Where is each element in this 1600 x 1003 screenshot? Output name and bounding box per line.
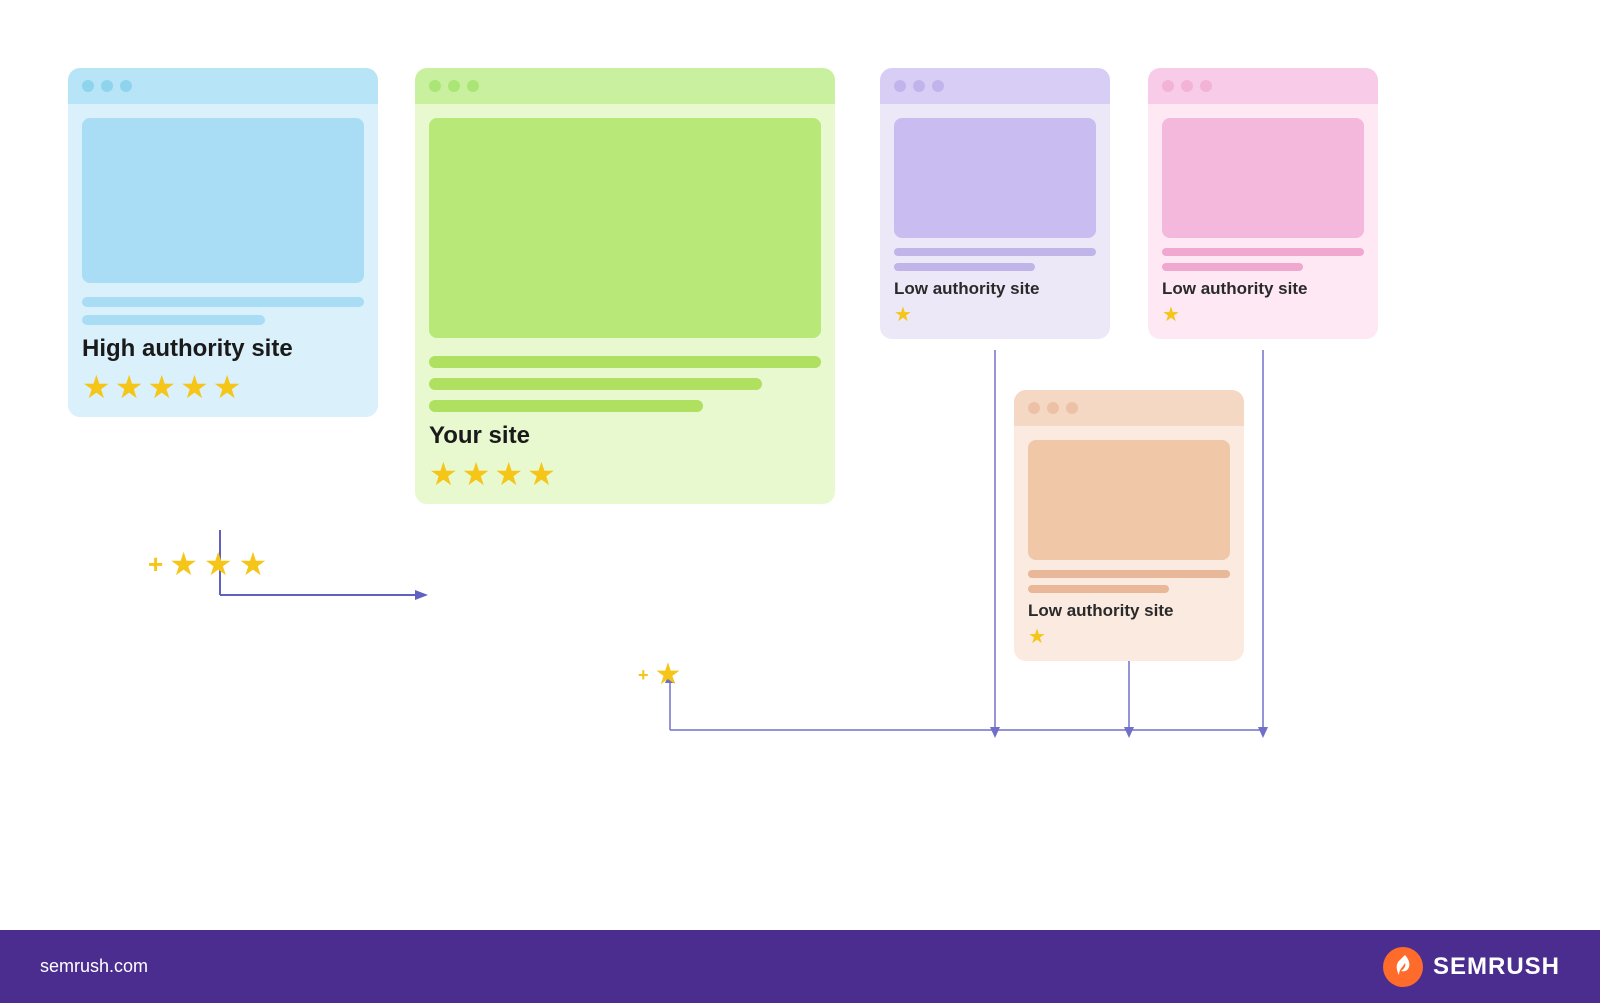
bonus-star-1: ★ [169,548,198,580]
content-line-3 [429,400,703,412]
your-site-stars: ★ ★ ★ ★ [429,458,821,490]
content-line-2 [894,263,1035,271]
low-auth-1-stars: ★ [894,305,1096,325]
star-2: ★ [462,458,491,490]
window-dot-2 [1047,402,1059,414]
low-auth-2-label: Low authority site [1162,279,1364,299]
star-1: ★ [429,458,458,490]
card-body: High authority site ★ ★ ★ ★ ★ [68,104,378,417]
content-line-1 [82,297,364,307]
content-line-2 [1028,585,1169,593]
your-site-label: Your site [429,422,821,450]
low-auth-2-stars: ★ [1162,305,1364,325]
card-titlebar [68,68,378,104]
star-1: ★ [82,371,111,403]
card-titlebar [1148,68,1378,104]
low-auth-card-1: Low authority site ★ [880,68,1110,339]
star-5: ★ [213,371,242,403]
window-dot-1 [429,80,441,92]
star-1: ★ [1028,627,1046,647]
star-4: ★ [180,371,209,403]
star-3: ★ [147,371,176,403]
content-line-2 [429,378,762,390]
content-line-1 [429,356,821,368]
window-dot-3 [467,80,479,92]
footer-url: semrush.com [40,956,148,977]
star-1: ★ [894,305,912,325]
main-content: High authority site ★ ★ ★ ★ ★ + ★ ★ ★ [0,0,1600,930]
window-dot-3 [1200,80,1212,92]
window-dot-1 [1028,402,1040,414]
bonus-stars-indicator: + ★ ★ ★ [148,548,267,580]
window-dot-3 [120,80,132,92]
low-auth-card-3: Low authority site ★ [1014,390,1244,661]
content-line-2 [82,315,265,325]
window-dot-1 [82,80,94,92]
card-body: Your site ★ ★ ★ ★ [415,104,835,504]
window-dot-1 [1162,80,1174,92]
content-line-2 [1162,263,1303,271]
star-2: ★ [115,371,144,403]
high-auth-label: High authority site [82,335,364,363]
low-auth-1-label: Low authority site [894,279,1096,299]
bonus-star-your-site: + ★ [638,660,681,690]
card-titlebar [415,68,835,104]
content-line-1 [1028,570,1230,578]
semrush-brand-text: SEMRUSH [1433,953,1560,981]
card-body: Low authority site ★ [880,104,1110,339]
star-4: ★ [527,458,556,490]
bonus-star-single: ★ [655,660,682,690]
content-line-1 [1162,248,1364,256]
window-dot-3 [1066,402,1078,414]
card-body: Low authority site ★ [1014,426,1244,661]
your-site-card: Your site ★ ★ ★ ★ [415,68,835,504]
card-body: Low authority site ★ [1148,104,1378,339]
window-dot-2 [101,80,113,92]
high-authority-card: High authority site ★ ★ ★ ★ ★ [68,68,378,417]
semrush-flame-icon [1383,947,1423,987]
card-image [429,118,821,338]
low-auth-3-label: Low authority site [1028,601,1230,621]
card-titlebar [880,68,1110,104]
star-3: ★ [494,458,523,490]
window-dot-2 [448,80,460,92]
card-image [894,118,1096,238]
footer: semrush.com SEMRUSH [0,930,1600,1003]
semrush-logo: SEMRUSH [1383,947,1560,987]
card-image [1028,440,1230,560]
bonus-star-3: ★ [239,548,268,580]
content-line-1 [894,248,1096,256]
window-dot-2 [913,80,925,92]
bonus-star-2: ★ [204,548,233,580]
card-titlebar [1014,390,1244,426]
window-dot-3 [932,80,944,92]
window-dot-2 [1181,80,1193,92]
low-auth-card-2: Low authority site ★ [1148,68,1378,339]
plus-sign-small: + [638,665,649,686]
window-dot-1 [894,80,906,92]
low-auth-3-stars: ★ [1028,627,1230,647]
high-auth-stars: ★ ★ ★ ★ ★ [82,371,364,403]
card-image [1162,118,1364,238]
card-image [82,118,364,283]
plus-sign: + [148,549,163,580]
star-1: ★ [1162,305,1180,325]
